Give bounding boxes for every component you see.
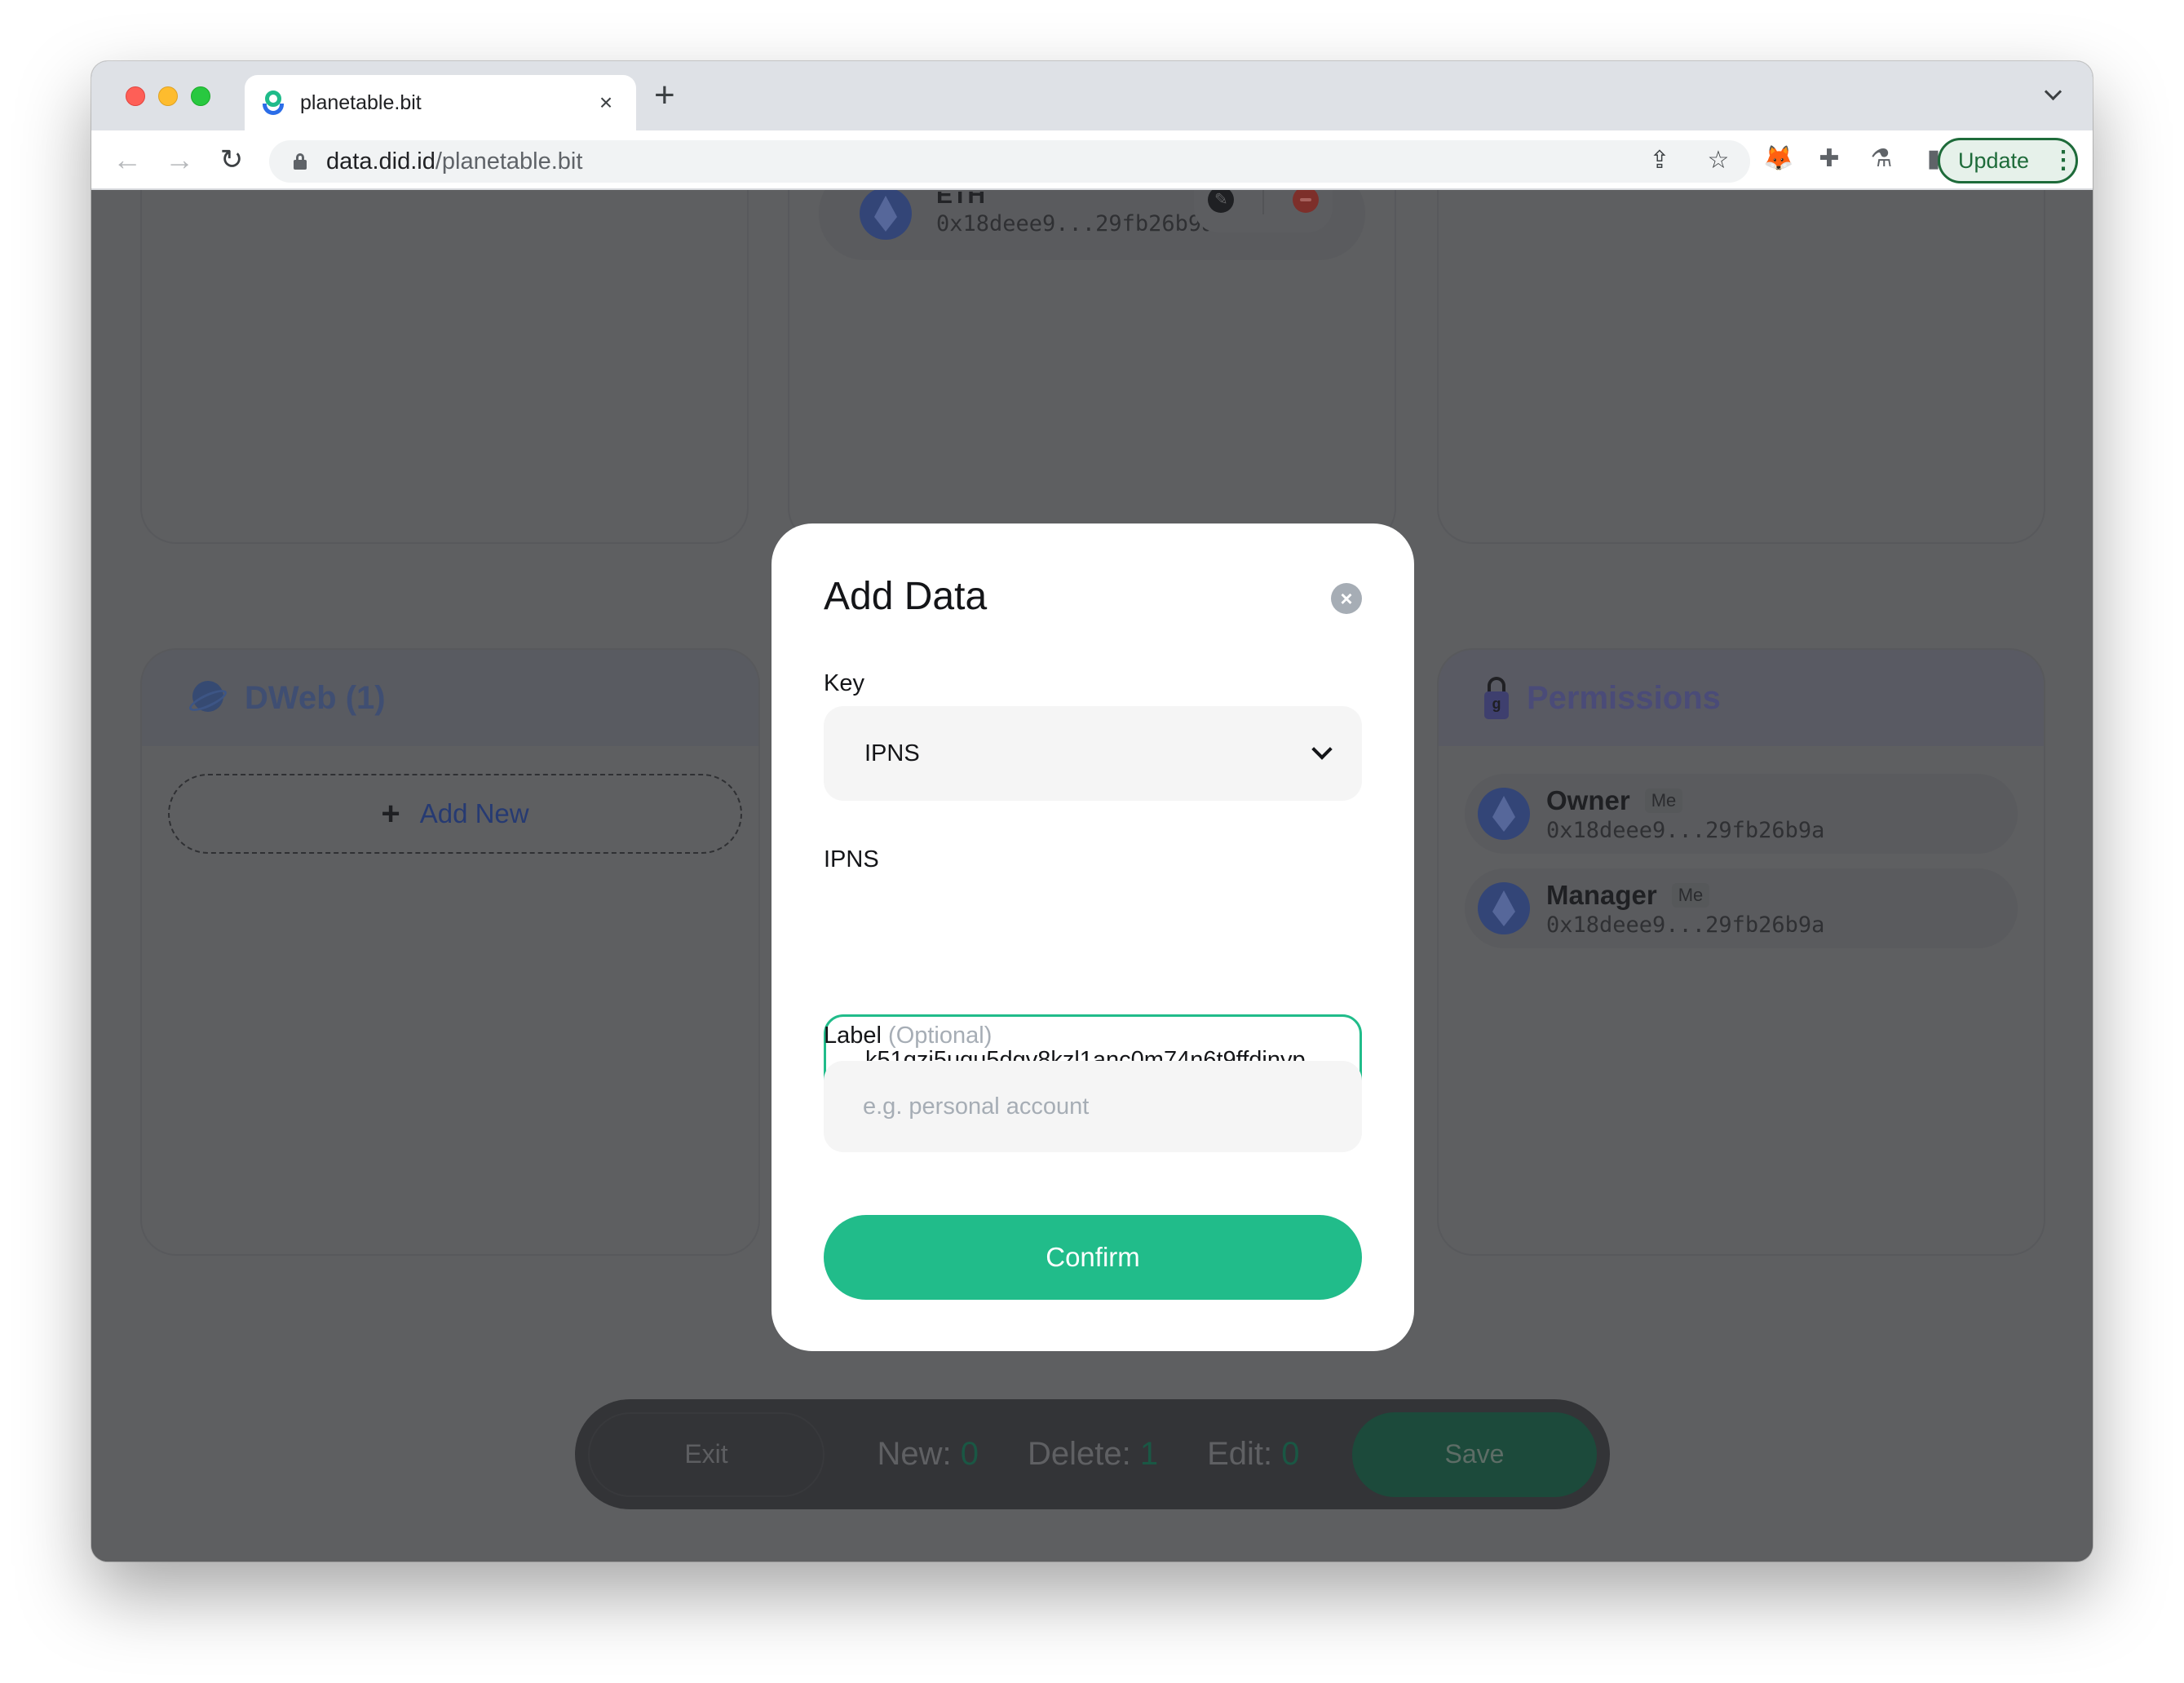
permission-role: Owner <box>1546 784 1630 815</box>
me-badge: Me <box>1644 788 1683 813</box>
back-button[interactable]: ← <box>111 144 144 176</box>
chevron-down-icon <box>1311 739 1333 760</box>
tab-title: planetable.bit <box>300 91 422 114</box>
permission-row-owner: Owner Me 0x18deee9...29fb26b9a <box>1465 774 2018 854</box>
menu-dots-icon[interactable]: ⋮ <box>2051 148 2076 173</box>
row-actions: ✎ <box>1194 190 1333 232</box>
stat-delete-count: 1 <box>1139 1436 1159 1472</box>
planet-icon <box>186 681 230 715</box>
card-top-right <box>1437 190 2045 544</box>
tab-planetable[interactable]: planetable.bit × <box>245 75 636 130</box>
stat-new: New: 0 <box>877 1436 979 1472</box>
maximize-window-button[interactable] <box>191 86 210 106</box>
share-icon[interactable]: ⇪ <box>1646 147 1673 174</box>
site-favicon-icon <box>263 91 284 115</box>
permission-address: 0x18deee9...29fb26b9a <box>1546 912 1825 938</box>
key-label: Key <box>824 670 864 696</box>
stat-edit-count: 0 <box>1281 1436 1300 1472</box>
chain-label: ETH <box>936 191 985 209</box>
permissions-card: g Permissions Owner Me 0x18deee9...29fb2… <box>1437 648 2045 1256</box>
card-top-left <box>140 190 749 544</box>
add-new-label: Add New <box>419 798 529 828</box>
browser-window: planetable.bit × + ← → ↻ data.did.id/pla… <box>91 61 2093 1562</box>
divider <box>1262 190 1264 214</box>
edit-pencil-icon[interactable]: ✎ <box>1208 190 1235 213</box>
reload-button[interactable]: ↻ <box>215 144 248 176</box>
card-top-middle: ETH 0x18deee9...29fb26b9a ✎ <box>788 190 1396 544</box>
tab-close-icon[interactable]: × <box>594 90 618 116</box>
address-bar[interactable]: data.did.id/planetable.bit ⇪ ☆ <box>269 140 1750 183</box>
key-select[interactable]: IPNS <box>824 706 1362 801</box>
add-data-modal: Add Data × Key IPNS IPNS Label (Optional… <box>771 523 1414 1351</box>
new-tab-button[interactable]: + <box>654 77 675 113</box>
page-content-dimmed: ETH 0x18deee9...29fb26b9a ✎ DWeb (1) + A… <box>91 190 2093 1562</box>
permission-row-manager: Manager Me 0x18deee9...29fb26b9a <box>1465 868 2018 948</box>
padlock-icon: g <box>1484 677 1509 719</box>
exit-button[interactable]: Exit <box>588 1411 825 1497</box>
add-new-button[interactable]: + Add New <box>168 774 742 854</box>
permissions-card-header: g Permissions <box>1439 650 2044 746</box>
tab-search-chevron-icon[interactable] <box>2044 86 2062 104</box>
optional-hint: (Optional) <box>888 1023 993 1049</box>
modal-title: Add Data <box>824 575 988 618</box>
extensions-puzzle-icon[interactable]: ✚ <box>1815 143 1843 175</box>
url-path: /planetable.bit <box>435 148 583 174</box>
permission-role: Manager <box>1546 879 1657 910</box>
dweb-card-header: DWeb (1) <box>142 650 758 746</box>
key-select-value: IPNS <box>864 740 920 766</box>
delete-minus-icon[interactable] <box>1292 190 1319 213</box>
save-button[interactable]: Save <box>1352 1411 1597 1497</box>
ipns-label: IPNS <box>824 846 879 872</box>
browser-toolbar: ← → ↻ data.did.id/planetable.bit ⇪ ☆ 🦊 ✚… <box>91 130 2093 190</box>
confirm-button[interactable]: Confirm <box>824 1215 1362 1300</box>
url-host: data.did.id <box>326 148 435 174</box>
update-button[interactable]: Update ⋮ <box>1938 138 2078 183</box>
plus-icon: + <box>381 795 400 832</box>
dweb-card-title: DWeb (1) <box>245 679 386 716</box>
tab-strip: planetable.bit × + <box>91 61 2093 130</box>
bookmark-star-icon[interactable]: ☆ <box>1704 147 1732 174</box>
change-stats: New: 0 Delete: 1 Edit: 0 <box>825 1436 1352 1473</box>
address-text: 0x18deee9...29fb26b9a <box>936 210 1215 236</box>
forward-button[interactable]: → <box>163 144 196 176</box>
permission-address: 0x18deee9...29fb26b9a <box>1546 817 1825 843</box>
labs-flask-icon[interactable]: ⚗ <box>1868 143 1895 175</box>
lock-icon[interactable] <box>294 153 307 170</box>
ethereum-icon <box>1478 882 1530 934</box>
permissions-card-title: Permissions <box>1527 679 1721 716</box>
ethereum-icon <box>1478 788 1530 840</box>
stat-edit: Edit: 0 <box>1207 1436 1300 1472</box>
stat-new-count: 0 <box>960 1436 979 1472</box>
address-row-eth: ETH 0x18deee9...29fb26b9a ✎ <box>819 190 1365 260</box>
ethereum-icon <box>860 190 912 240</box>
dweb-card: DWeb (1) + Add New <box>140 648 760 1256</box>
bottom-action-bar: Exit New: 0 Delete: 1 Edit: 0 Save <box>575 1399 1610 1509</box>
minimize-window-button[interactable] <box>158 86 178 106</box>
close-window-button[interactable] <box>126 86 145 106</box>
me-badge: Me <box>1671 882 1710 908</box>
stat-delete: Delete: 1 <box>1027 1436 1159 1472</box>
update-label: Update <box>1958 148 2030 173</box>
label-input[interactable] <box>824 1061 1362 1152</box>
close-icon[interactable]: × <box>1331 583 1362 614</box>
metamask-extension-icon[interactable]: 🦊 <box>1763 143 1793 175</box>
label-field-label: Label (Optional) <box>824 1023 993 1049</box>
